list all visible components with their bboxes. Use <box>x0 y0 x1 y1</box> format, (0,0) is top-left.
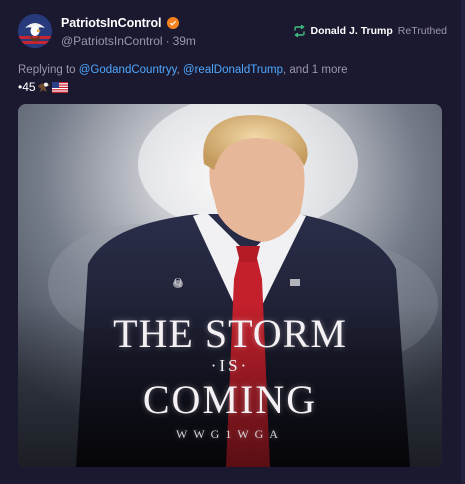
poster-title-line3: COMING <box>142 377 318 422</box>
retruth-label: ReTruthed <box>397 25 447 37</box>
lapel-letter: Q <box>174 276 182 288</box>
us-flag-emoji-icon <box>51 81 68 93</box>
post-body-text: •45 <box>18 80 36 94</box>
replying-prefix: Replying to <box>18 64 76 76</box>
author-handle[interactable]: @PatriotsInControl <box>61 34 163 48</box>
author-handle-row: @PatriotsInControl · 39m <box>61 34 196 48</box>
mention-godandcountryy[interactable]: @GodandCountryy <box>79 64 177 76</box>
handle-separator: · <box>165 34 170 48</box>
retruth-icon <box>293 25 305 37</box>
retruth-user[interactable]: Donald J. Trump <box>311 25 393 37</box>
post-time[interactable]: 39m <box>173 34 196 48</box>
poster-title-line2: ·IS· <box>210 356 250 375</box>
mention-realdonaldtrump[interactable]: @realDonaldTrump <box>183 64 283 76</box>
avatar[interactable] <box>18 14 52 48</box>
poster-title-line1: THE STORM <box>113 311 347 356</box>
mention-comma: , <box>176 64 180 76</box>
post-header: PatriotsInControl @PatriotsInControl · 3… <box>18 14 447 52</box>
author-display-name[interactable]: PatriotsInControl <box>61 16 161 30</box>
replying-suffix[interactable]: , and 1 more <box>283 64 348 76</box>
replying-to-line: Replying to @GodandCountryy, @realDonald… <box>18 64 348 76</box>
scroll-edge <box>461 0 465 484</box>
post-image[interactable]: Q THE STORM ·IS· COMING WWG1WGA <box>18 104 442 467</box>
eagle-flag-avatar-icon <box>18 14 52 48</box>
author-name-row: PatriotsInControl <box>61 16 180 30</box>
post-body: •45 <box>18 80 68 94</box>
eagle-emoji-icon <box>37 82 50 92</box>
verified-badge-icon <box>167 17 180 29</box>
truth-post: PatriotsInControl @PatriotsInControl · 3… <box>0 0 465 484</box>
retruth-indicator: Donald J. Trump ReTruthed <box>293 25 447 37</box>
poster-tagline: WWG1WGA <box>176 427 284 441</box>
